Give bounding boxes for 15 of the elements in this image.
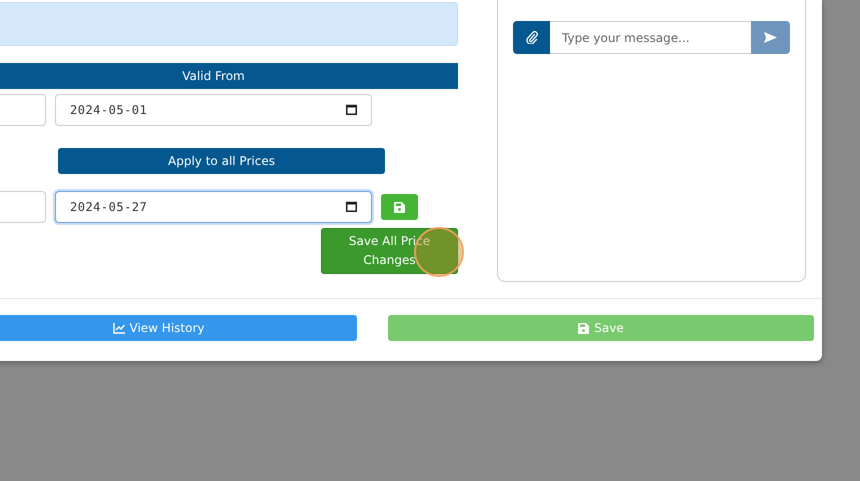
- line-chart-icon: [112, 322, 124, 334]
- floppy-icon: [578, 322, 590, 334]
- attach-button[interactable]: [513, 21, 550, 54]
- apply-button[interactable]: Apply to all Prices: [58, 148, 385, 174]
- column-header: Valid From: [181, 69, 246, 83]
- send-button[interactable]: [751, 21, 790, 54]
- send-icon: [764, 32, 777, 43]
- message-field[interactable]: Type your message...: [550, 21, 751, 54]
- floppy-icon: [394, 202, 405, 212]
- date-field[interactable]: 2024-05-27: [55, 191, 372, 223]
- calendar-icon[interactable]: [346, 104, 357, 115]
- save-icon-button[interactable]: [381, 194, 418, 220]
- calendar-icon[interactable]: [346, 201, 357, 212]
- date-field[interactable]: 2024-05-01: [55, 94, 372, 126]
- paperclip-icon: [526, 31, 538, 44]
